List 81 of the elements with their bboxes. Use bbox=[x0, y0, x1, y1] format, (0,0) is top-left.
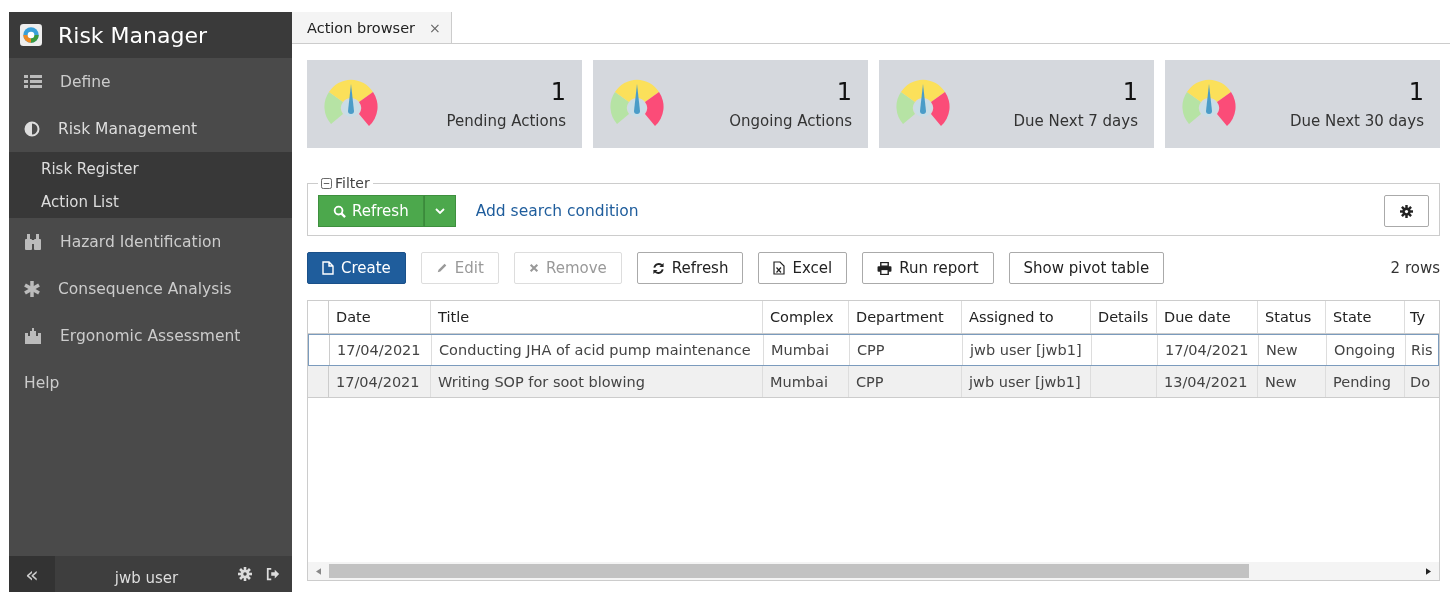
toolbar-button[interactable]: Show pivot table bbox=[1008, 252, 1165, 284]
sidebar-item[interactable]: Help bbox=[9, 359, 292, 406]
app-title: Risk Manager bbox=[58, 22, 208, 48]
spreadsheet-file-icon bbox=[773, 261, 786, 275]
column-header[interactable]: Ty bbox=[1405, 301, 1439, 333]
table-row[interactable]: 17/04/2021 Writing SOP for soot blowing Mumbai CPP jwb user [jwb1] 13/04/2021 New Pending Do bbox=[308, 366, 1439, 398]
cross-icon bbox=[528, 263, 539, 273]
horizontal-scrollbar[interactable] bbox=[308, 562, 1439, 580]
column-header[interactable]: Status bbox=[1258, 301, 1326, 333]
row-count: 2 rows bbox=[1390, 259, 1440, 277]
table-cell: Writing SOP for soot blowing bbox=[438, 373, 645, 390]
table-cell: Ris bbox=[1411, 342, 1433, 358]
table-cell: Mumbai bbox=[771, 342, 829, 358]
table-cell: Do bbox=[1410, 373, 1431, 390]
settings-icon[interactable] bbox=[238, 567, 252, 581]
column-header[interactable]: Details bbox=[1091, 301, 1157, 333]
toolbar-button[interactable]: Run report bbox=[862, 252, 994, 284]
table-cell: Conducting JHA of acid pump maintenance bbox=[439, 342, 751, 358]
sidebar-item[interactable]: Risk Management bbox=[9, 105, 292, 152]
add-condition-link[interactable]: Add search condition bbox=[475, 202, 639, 220]
column-header[interactable]: Date bbox=[329, 301, 431, 333]
scroll-right-icon[interactable] bbox=[1426, 567, 1431, 575]
sidebar-item[interactable]: Ergonomic Assessment bbox=[9, 312, 292, 359]
sidebar-item[interactable]: Consequence Analysis bbox=[9, 265, 292, 312]
binoculars-icon bbox=[24, 233, 42, 250]
table-cell: 17/04/2021 bbox=[337, 342, 421, 358]
stat-label: Ongoing Actions bbox=[729, 112, 852, 130]
table-cell: CPP bbox=[856, 373, 884, 390]
table-cell: 17/04/2021 bbox=[1165, 342, 1249, 358]
column-header[interactable]: Department bbox=[849, 301, 962, 333]
submenu-item[interactable]: Risk Register bbox=[9, 152, 292, 185]
logo-icon bbox=[20, 24, 42, 46]
settings-button[interactable] bbox=[1384, 195, 1429, 227]
table-cell: CPP bbox=[857, 342, 885, 358]
asterisk-icon bbox=[24, 280, 40, 297]
search-icon bbox=[333, 204, 346, 218]
toolbar-button[interactable]: Create bbox=[307, 252, 406, 284]
column-header[interactable]: Title bbox=[431, 301, 763, 333]
table-cell: jwb user [jwb1] bbox=[969, 373, 1081, 390]
submenu-item[interactable]: Action List bbox=[9, 185, 292, 218]
column-header[interactable]: State bbox=[1326, 301, 1405, 333]
stat-label: Pending Actions bbox=[446, 112, 566, 130]
table-cell: Pending bbox=[1333, 373, 1391, 390]
stat-count: 1 bbox=[1408, 78, 1424, 106]
collapse-button[interactable]: « bbox=[9, 556, 55, 592]
table-cell: 13/04/2021 bbox=[1164, 373, 1248, 390]
table-cell: jwb user [jwb1] bbox=[970, 342, 1082, 358]
logout-icon[interactable] bbox=[266, 567, 280, 581]
castle-icon bbox=[24, 327, 42, 344]
filter-legend: Filter bbox=[335, 175, 370, 191]
sidebar-item[interactable]: Hazard Identification bbox=[9, 218, 292, 265]
pencil-icon bbox=[435, 262, 448, 274]
collapse-icon[interactable] bbox=[321, 177, 332, 189]
stat-count: 1 bbox=[836, 78, 852, 106]
stat-count: 1 bbox=[550, 78, 566, 106]
sidebar-item[interactable]: Define bbox=[9, 58, 292, 105]
file-icon bbox=[322, 261, 334, 275]
tab[interactable]: Action browser × bbox=[292, 12, 452, 43]
column-header[interactable]: Due date bbox=[1157, 301, 1258, 333]
table-cell: Ongoing bbox=[1334, 342, 1396, 358]
sync-icon bbox=[651, 261, 665, 275]
printer-icon bbox=[877, 261, 893, 275]
column-header[interactable]: Complex bbox=[763, 301, 849, 333]
table-cell: New bbox=[1265, 373, 1297, 390]
table-cell: 17/04/2021 bbox=[336, 373, 420, 390]
half-circle-icon bbox=[24, 120, 40, 137]
column-header[interactable]: Assigned to bbox=[962, 301, 1091, 333]
dropdown-button[interactable] bbox=[423, 195, 456, 227]
caret-icon bbox=[434, 208, 445, 214]
close-button[interactable]: × bbox=[429, 19, 441, 36]
stat-count: 1 bbox=[1122, 78, 1138, 106]
list-icon bbox=[24, 73, 42, 90]
toolbar-button[interactable]: Refresh bbox=[636, 252, 744, 284]
stat-label: Due Next 30 days bbox=[1289, 112, 1424, 130]
user-name: jwb user bbox=[113, 568, 180, 587]
stat-label: Due Next 7 days bbox=[1013, 112, 1138, 130]
scroll-left-icon[interactable] bbox=[316, 567, 321, 575]
settings-icon bbox=[1400, 204, 1413, 218]
table-cell: Mumbai bbox=[770, 373, 828, 390]
table-cell: New bbox=[1266, 342, 1298, 358]
toolbar-button[interactable]: Excel bbox=[758, 252, 848, 284]
